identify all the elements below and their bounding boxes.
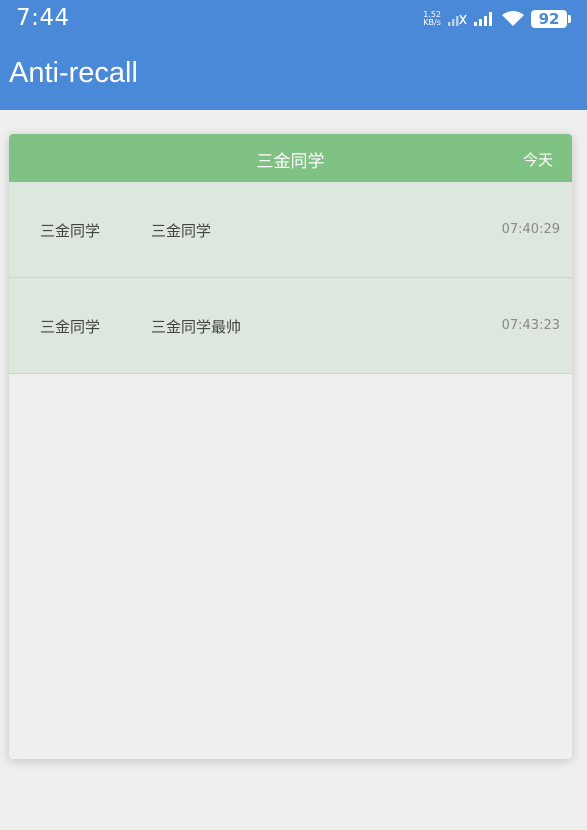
- signal-icon: [474, 12, 492, 26]
- battery-icon: 92: [531, 10, 571, 28]
- card-header[interactable]: 三金同学 今天: [9, 134, 572, 182]
- conversation-title: 三金同学: [256, 152, 325, 172]
- status-time: 7:44: [16, 5, 70, 31]
- message-sender: 三金同学: [40, 318, 101, 336]
- battery-level: 92: [531, 10, 567, 28]
- message-time: 07:40:29: [501, 222, 560, 237]
- message-sender: 三金同学: [40, 222, 101, 240]
- conversation-card: 三金同学 今天 三金同学 三金同学 07:40:29 三金同学 三金同学最帅 0…: [9, 134, 572, 759]
- message-row[interactable]: 三金同学 三金同学 07:40:29: [9, 182, 572, 278]
- conversation-date: 今天: [522, 151, 553, 169]
- status-icons: 1.52 KB/s 92: [423, 8, 571, 30]
- battery-tip: [568, 15, 571, 23]
- message-row[interactable]: 三金同学 三金同学最帅 07:43:23: [9, 278, 572, 374]
- message-content: 三金同学最帅: [151, 318, 242, 336]
- message-time: 07:43:23: [501, 318, 560, 333]
- signal-weak-icon: [448, 14, 467, 26]
- wifi-icon: [502, 11, 524, 26]
- status-bar: 7:44 1.52 KB/s 92: [0, 0, 587, 42]
- app-bar: Anti-recall: [0, 42, 587, 110]
- network-speed-unit: KB/s: [423, 18, 441, 27]
- app-title: Anti-recall: [9, 57, 138, 89]
- network-speed: 1.52 KB/s: [423, 11, 441, 27]
- message-content: 三金同学: [151, 222, 212, 240]
